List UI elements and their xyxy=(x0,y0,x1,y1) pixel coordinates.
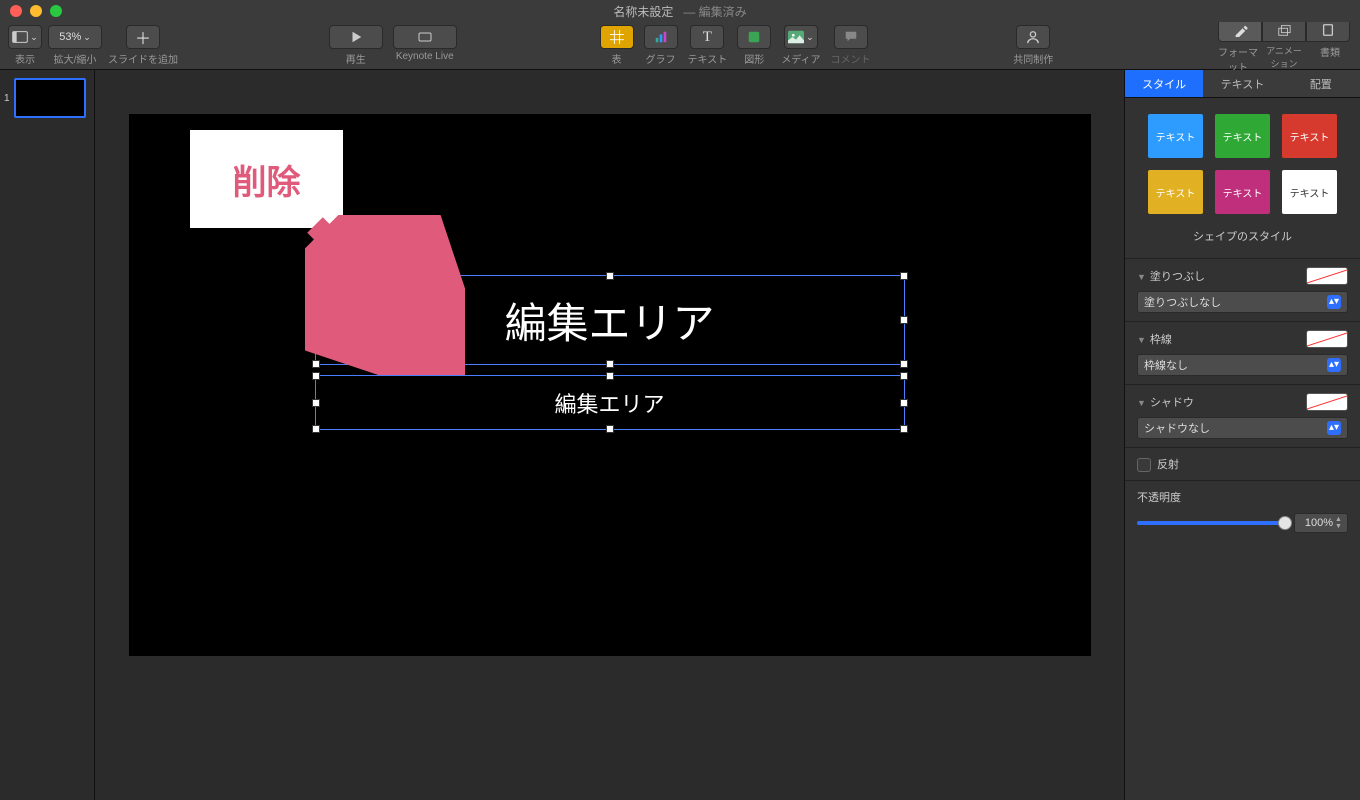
border-dropdown[interactable]: 枠線なし▴▾ xyxy=(1137,354,1348,376)
shadow-color-well[interactable] xyxy=(1306,393,1348,411)
shape-style-label: シェイプのスタイル xyxy=(1125,224,1360,258)
reflection-section: 反射 xyxy=(1125,447,1360,480)
resize-handle[interactable] xyxy=(900,360,908,368)
style-preset[interactable]: テキスト xyxy=(1282,170,1337,214)
collaborate-label: 共同制作 xyxy=(1013,51,1053,66)
border-label: 枠線 xyxy=(1150,334,1172,346)
format-inspector: スタイル テキスト 配置 テキスト テキスト テキスト テキスト テキスト テキ… xyxy=(1124,70,1360,800)
style-preset[interactable]: テキスト xyxy=(1215,114,1270,158)
insert-text-button[interactable]: T xyxy=(690,25,724,49)
window-close-button[interactable] xyxy=(10,5,22,17)
document-status: — 編集済み xyxy=(683,3,746,20)
insert-table-button[interactable] xyxy=(600,25,634,49)
insert-shape-label: 図形 xyxy=(744,51,764,66)
window-zoom-button[interactable] xyxy=(50,5,62,17)
annotation-arrow-icon xyxy=(305,215,465,375)
insert-chart-label: グラフ xyxy=(646,51,676,66)
zoom-dropdown[interactable]: 53%⌄ xyxy=(48,25,102,49)
document-title: 名称未設定 — 編集済み xyxy=(613,3,746,20)
insert-text-label: テキスト xyxy=(688,51,728,66)
insert-chart-button[interactable] xyxy=(644,25,678,49)
shape-style-presets: テキスト テキスト テキスト テキスト テキスト テキスト xyxy=(1125,98,1360,224)
canvas[interactable]: 編集エリア 編集エリア xyxy=(95,70,1124,800)
insert-media-label: メディア xyxy=(781,51,820,66)
resize-handle[interactable] xyxy=(606,425,614,433)
style-preset[interactable]: テキスト xyxy=(1215,170,1270,214)
subtitle-text: 編集エリア xyxy=(554,387,664,419)
resize-handle[interactable] xyxy=(900,425,908,433)
annotation-callout: 削除 xyxy=(190,130,343,228)
insert-table-label: 表 xyxy=(612,51,622,66)
fill-label: 塗りつぶし xyxy=(1150,271,1205,283)
zoom-label: 拡大/縮小 xyxy=(54,51,97,66)
slide-thumbnail-image xyxy=(14,78,86,118)
animate-label: アニメーション xyxy=(1262,44,1306,74)
style-preset[interactable]: テキスト xyxy=(1282,114,1337,158)
annotation-text: 削除 xyxy=(233,155,301,204)
insert-shape-button[interactable] xyxy=(737,25,771,49)
resize-handle[interactable] xyxy=(606,272,614,280)
reflection-checkbox[interactable]: 反射 xyxy=(1137,459,1179,471)
document-name: 名称未設定 xyxy=(613,3,673,20)
toolbar: ⌄ 表示 53%⌄ 拡大/縮小 ＋ スライドを追加 再生 Keynote Liv… xyxy=(0,22,1360,70)
style-preset[interactable]: テキスト xyxy=(1148,170,1203,214)
resize-handle[interactable] xyxy=(606,360,614,368)
resize-handle[interactable] xyxy=(900,372,908,380)
resize-handle[interactable] xyxy=(312,425,320,433)
shadow-section: ▼シャドウ シャドウなし▴▾ xyxy=(1125,384,1360,447)
resize-handle[interactable] xyxy=(900,399,908,407)
view-label: 表示 xyxy=(15,51,35,66)
play-label: 再生 xyxy=(346,51,366,66)
opacity-value-field[interactable]: 100% ▲▼ xyxy=(1294,513,1348,533)
opacity-slider[interactable] xyxy=(1137,521,1286,525)
slide-thumbnail-1[interactable]: 1 xyxy=(0,76,94,120)
resize-handle[interactable] xyxy=(900,272,908,280)
slide-navigator[interactable]: 1 xyxy=(0,70,95,800)
fill-color-well[interactable] xyxy=(1306,267,1348,285)
opacity-section: 不透明度 100% ▲▼ xyxy=(1125,480,1360,541)
opacity-stepper[interactable]: ▲▼ xyxy=(1335,515,1345,531)
insert-comment-button[interactable] xyxy=(834,25,868,49)
format-label: フォーマット xyxy=(1216,44,1260,74)
slide-index: 1 xyxy=(4,93,10,104)
border-color-well[interactable] xyxy=(1306,330,1348,348)
view-button[interactable]: ⌄ xyxy=(8,25,42,49)
resize-handle[interactable] xyxy=(900,316,908,324)
keynote-live-label: Keynote Live xyxy=(396,51,454,62)
fill-section: ▼塗りつぶし 塗りつぶしなし▴▾ xyxy=(1125,258,1360,321)
resize-handle[interactable] xyxy=(606,372,614,380)
play-button[interactable] xyxy=(329,25,383,49)
shadow-label: シャドウ xyxy=(1150,397,1194,409)
window-titlebar: 名称未設定 — 編集済み xyxy=(0,0,1360,22)
slider-knob[interactable] xyxy=(1278,516,1292,530)
inspector-tab-style[interactable]: スタイル xyxy=(1125,70,1203,98)
inspector-tab-arrange[interactable]: 配置 xyxy=(1282,70,1360,98)
insert-comment-label: コメント xyxy=(831,51,871,66)
resize-handle[interactable] xyxy=(312,399,320,407)
keynote-live-button[interactable] xyxy=(393,25,457,49)
add-slide-label: スライドを追加 xyxy=(108,51,178,66)
opacity-label: 不透明度 xyxy=(1137,489,1348,505)
insert-media-button[interactable]: ⌄ xyxy=(784,25,818,49)
inspector-tab-text[interactable]: テキスト xyxy=(1203,70,1281,98)
document-label: 書類 xyxy=(1308,44,1352,74)
border-section: ▼枠線 枠線なし▴▾ xyxy=(1125,321,1360,384)
fill-dropdown[interactable]: 塗りつぶしなし▴▾ xyxy=(1137,291,1348,313)
window-minimize-button[interactable] xyxy=(30,5,42,17)
add-slide-button[interactable]: ＋ xyxy=(126,25,160,49)
shadow-dropdown[interactable]: シャドウなし▴▾ xyxy=(1137,417,1348,439)
collaborate-button[interactable] xyxy=(1016,25,1050,49)
style-preset[interactable]: テキスト xyxy=(1148,114,1203,158)
subtitle-text-box[interactable]: 編集エリア xyxy=(315,375,905,430)
title-text: 編集エリア xyxy=(504,290,714,351)
